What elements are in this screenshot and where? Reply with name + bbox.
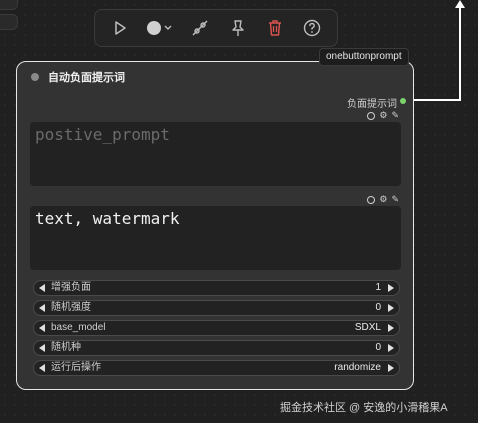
- increment-arrow-icon[interactable]: [388, 364, 394, 372]
- help-icon: [304, 19, 321, 37]
- negative-text-tools: ⚙ ✎: [367, 194, 399, 205]
- widget-label: 随机种: [51, 342, 81, 353]
- increment-arrow-icon[interactable]: [388, 344, 394, 352]
- watermark: 掘金技术社区 @ 安逸的小滑稽果A: [280, 402, 448, 414]
- increment-arrow-icon[interactable]: [388, 284, 394, 292]
- widget-random-seed[interactable]: 随机种 0: [33, 340, 400, 356]
- delete-button[interactable]: [260, 14, 290, 42]
- widget-enhance-negative[interactable]: 增强负面 1: [33, 280, 400, 296]
- pin-icon: [231, 20, 244, 36]
- gear-icon[interactable]: ⚙: [379, 110, 387, 121]
- widget-label: 随机强度: [51, 302, 91, 313]
- widget-value: SDXL: [354, 322, 381, 333]
- positive-prompt-textarea[interactable]: postive_prompt: [30, 122, 401, 186]
- increment-arrow-icon[interactable]: [388, 324, 394, 332]
- color-button[interactable]: [142, 14, 178, 42]
- pin-button[interactable]: [223, 14, 253, 42]
- widget-label: 增强负面: [51, 282, 91, 293]
- decrement-arrow-icon[interactable]: [39, 364, 45, 372]
- output-slot[interactable]: [400, 98, 406, 104]
- trash-icon: [268, 20, 281, 36]
- decrement-arrow-icon[interactable]: [39, 284, 45, 292]
- circle-icon[interactable]: [367, 111, 376, 120]
- widget-label: 运行后操作: [51, 362, 101, 373]
- node-toolbar: [94, 9, 338, 47]
- side-panel-stub-bottom: [0, 14, 18, 30]
- node-title: 自动负面提示词: [48, 72, 125, 84]
- decrement-arrow-icon[interactable]: [39, 324, 45, 332]
- widget-value: 1: [375, 282, 381, 293]
- widget-value: 0: [375, 342, 381, 353]
- bypass-button[interactable]: [185, 14, 215, 42]
- positive-text-tools: ⚙ ✎: [367, 110, 399, 121]
- widget-random-strength[interactable]: 随机强度 0: [33, 300, 400, 316]
- help-button[interactable]: [297, 14, 327, 42]
- circle-icon[interactable]: [367, 195, 376, 204]
- decrement-arrow-icon[interactable]: [39, 304, 45, 312]
- widget-control-after-generate[interactable]: 运行后操作 randomize: [33, 360, 400, 376]
- widget-value: randomize: [334, 362, 381, 373]
- widget-value: 0: [375, 302, 381, 313]
- play-button[interactable]: [105, 14, 135, 42]
- side-panel-stub-top: [0, 0, 18, 10]
- widget-base-model[interactable]: base_model SDXL: [33, 320, 400, 336]
- decrement-arrow-icon[interactable]: [39, 344, 45, 352]
- brush-icon[interactable]: ✎: [391, 194, 399, 205]
- node-collapse-dot[interactable]: [31, 73, 39, 81]
- bypass-icon: [192, 20, 208, 36]
- widget-label: base_model: [51, 322, 106, 333]
- gear-icon[interactable]: ⚙: [379, 194, 387, 205]
- color-circle-icon: [146, 21, 172, 35]
- increment-arrow-icon[interactable]: [388, 304, 394, 312]
- negative-prompt-textarea[interactable]: text, watermark: [30, 206, 401, 270]
- brush-icon[interactable]: ✎: [391, 110, 399, 121]
- node-source-tag: onebuttonprompt: [319, 48, 409, 66]
- play-icon: [114, 21, 126, 35]
- output-label: 负面提示词: [347, 99, 397, 110]
- auto-negative-prompt-node[interactable]: 自动负面提示词 负面提示词 ⚙ ✎ postive_prompt ⚙ ✎ tex…: [16, 61, 414, 390]
